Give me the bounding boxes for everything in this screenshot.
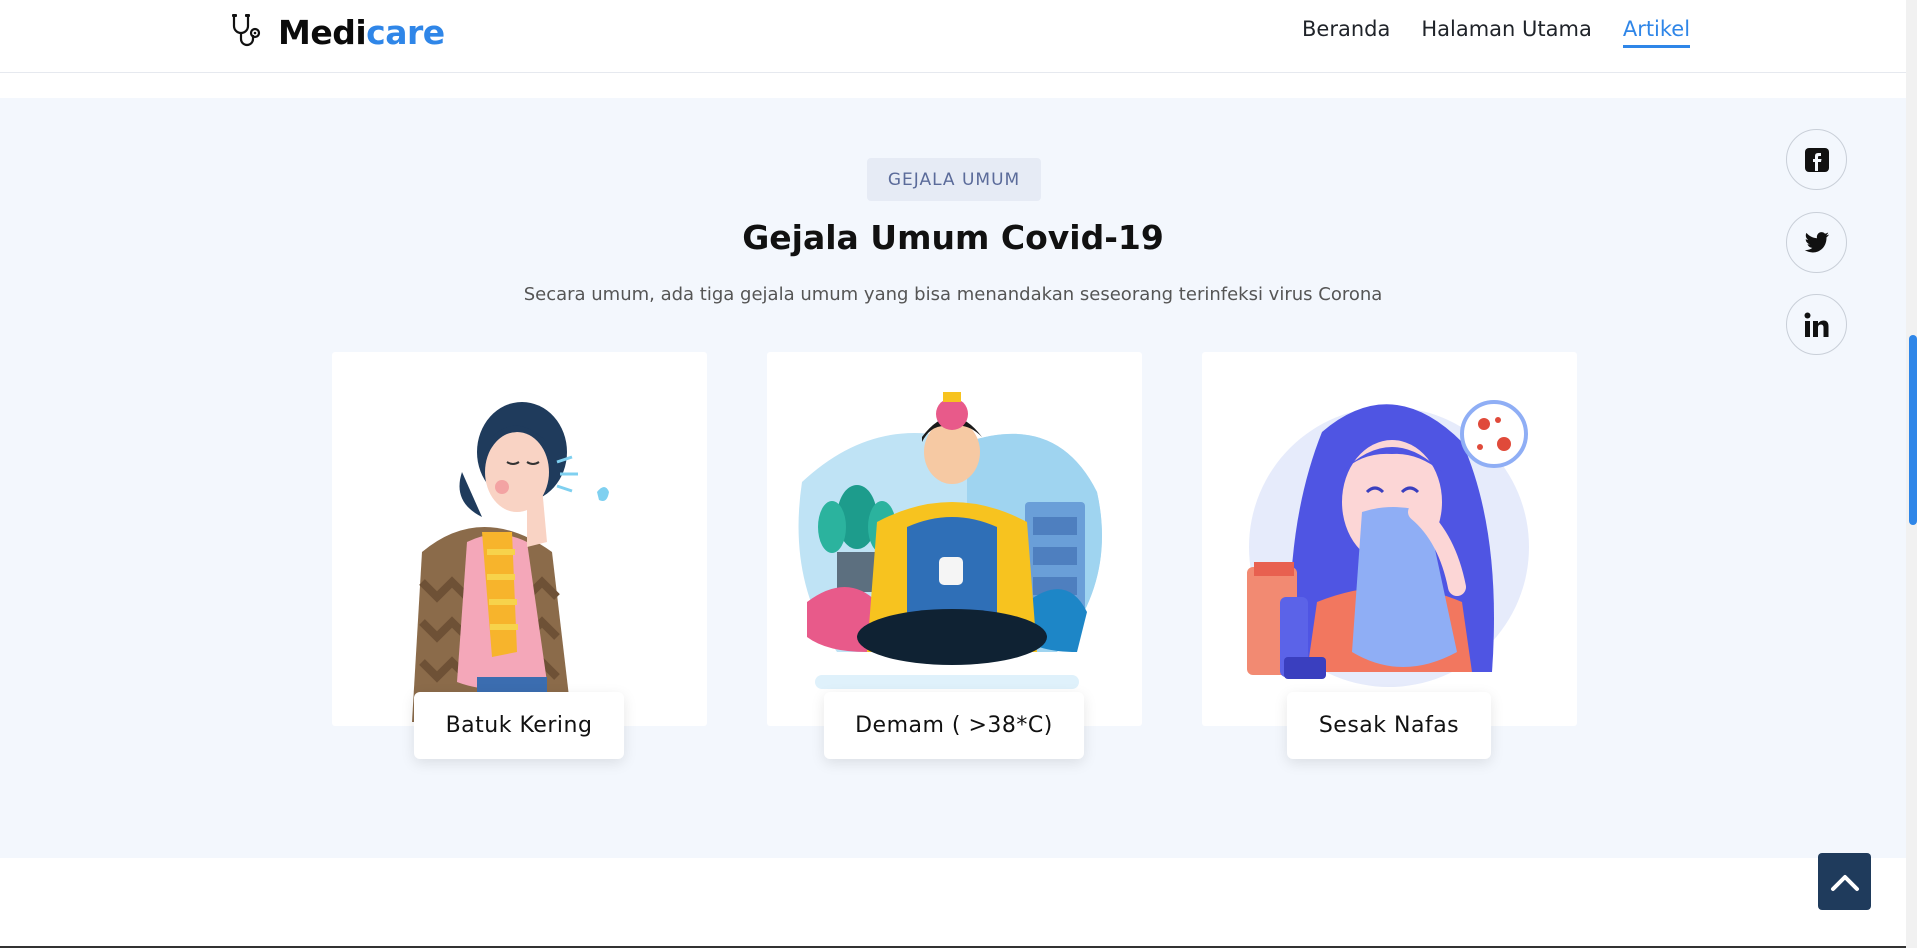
twitter-icon bbox=[1804, 231, 1829, 252]
symptom-label-batuk: Batuk Kering bbox=[414, 692, 624, 759]
fever-man-illustration bbox=[798, 392, 1102, 689]
navbar: Medicare Beranda Halaman Utama Artikel bbox=[0, 0, 1906, 73]
symptom-label-sesak: Sesak Nafas bbox=[1287, 692, 1491, 759]
brand-part2: care bbox=[366, 12, 445, 52]
back-to-top-button[interactable] bbox=[1818, 853, 1871, 910]
section-title: Gejala Umum Covid-19 bbox=[742, 218, 1164, 257]
facebook-button[interactable] bbox=[1786, 129, 1847, 190]
symptom-card-demam[interactable] bbox=[767, 352, 1142, 726]
shortness-of-breath-illustration bbox=[1247, 400, 1529, 687]
stethoscope-icon bbox=[232, 14, 261, 47]
main-nav: Beranda Halaman Utama Artikel bbox=[1302, 17, 1691, 48]
brand-name: Medicare bbox=[278, 13, 445, 52]
symptom-card-batuk[interactable] bbox=[332, 352, 707, 726]
facebook-icon bbox=[1804, 147, 1829, 172]
section-tag: GEJALA UMUM bbox=[867, 158, 1041, 201]
scrollbar-thumb[interactable] bbox=[1909, 335, 1917, 525]
header-strip bbox=[230, 74, 1682, 98]
symptom-card-sesak[interactable] bbox=[1202, 352, 1577, 726]
brand-part1: Medi bbox=[278, 12, 367, 52]
linkedin-button[interactable] bbox=[1786, 294, 1847, 355]
twitter-button[interactable] bbox=[1786, 212, 1847, 273]
linkedin-icon bbox=[1804, 312, 1828, 337]
brand-logo[interactable]: Medicare bbox=[226, 12, 445, 52]
nav-artikel[interactable]: Artikel bbox=[1622, 17, 1691, 48]
nav-beranda[interactable]: Beranda bbox=[1302, 17, 1390, 48]
symptom-label-demam: Demam ( >38*C) bbox=[824, 692, 1084, 759]
nav-halaman-utama[interactable]: Halaman Utama bbox=[1421, 17, 1591, 48]
section-subtitle: Secara umum, ada tiga gejala umum yang b… bbox=[523, 284, 1383, 305]
chevron-up-icon bbox=[1830, 874, 1859, 891]
coughing-woman-illustration bbox=[412, 402, 609, 722]
